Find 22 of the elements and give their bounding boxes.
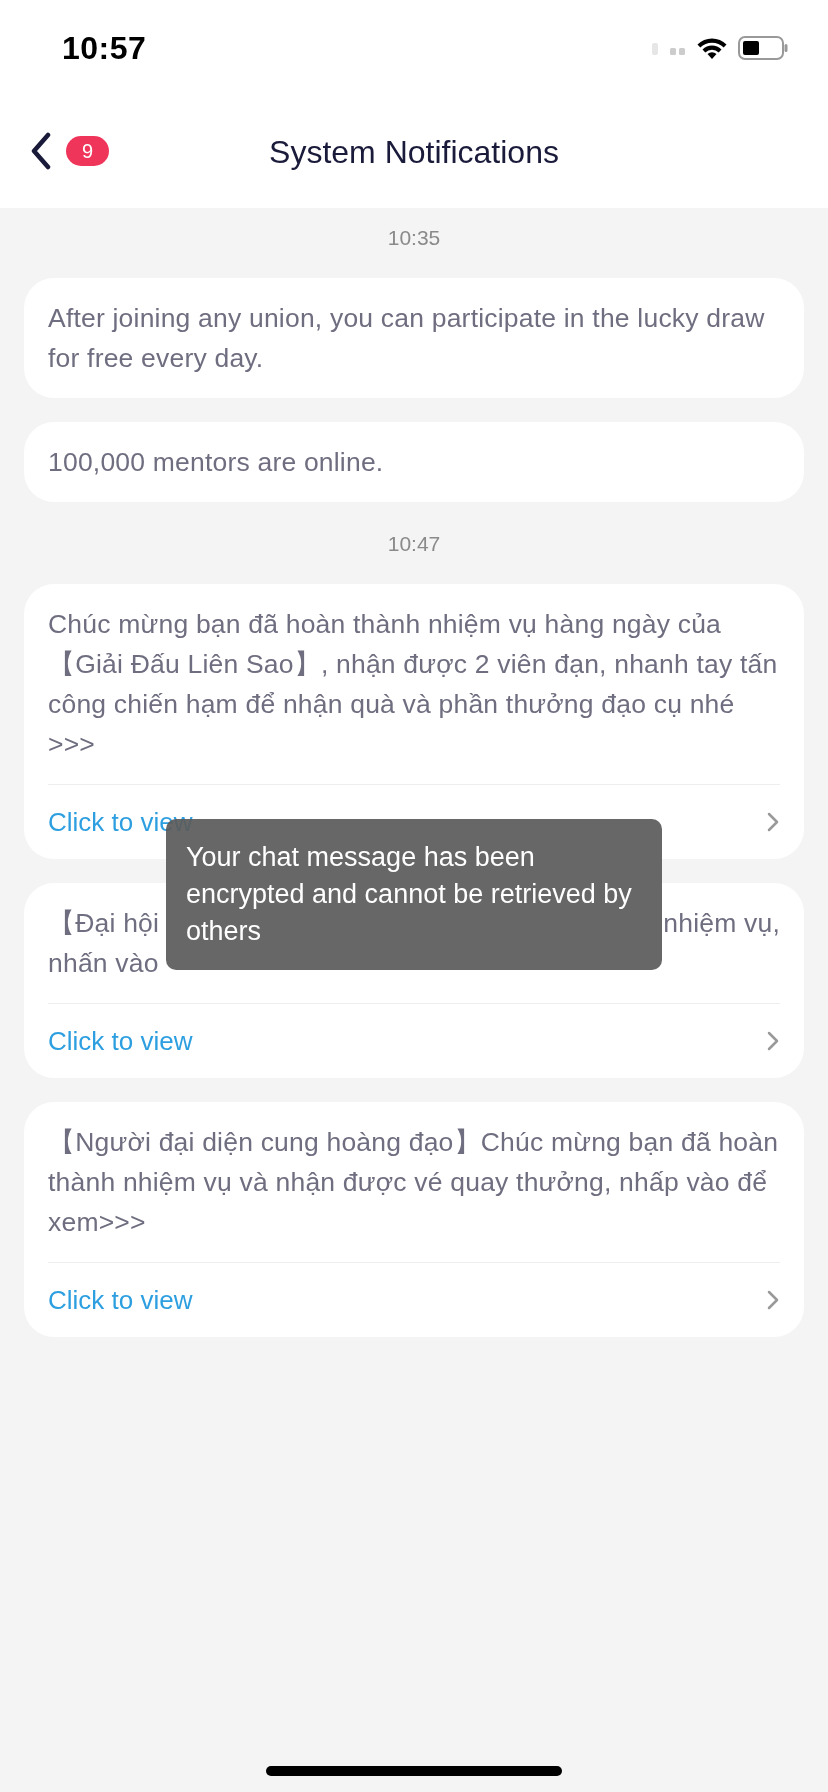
notification-text: nhấn vào: [48, 947, 159, 980]
notification-text: nhiệm vụ,: [663, 907, 780, 940]
chevron-right-icon: [766, 1030, 780, 1052]
chevron-right-icon: [766, 1289, 780, 1311]
page-title: System Notifications: [268, 133, 560, 172]
wifi-icon: [696, 36, 728, 60]
notification-text: Chúc mừng bạn đã hoàn thành nhiệm vụ hàng ngày của【Giải Đấu Liên Sao】, nhận được 2 viên đạn, nhanh tay tấn công chiến hạm để nhận quà và phần thưởng đạo cụ nhé >>>: [48, 608, 779, 761]
back-icon: [30, 132, 52, 170]
view-link[interactable]: Click to view: [48, 1286, 193, 1314]
timestamp: 10:47: [386, 532, 442, 556]
view-link[interactable]: Click to view: [48, 1027, 193, 1055]
battery-icon: [738, 36, 788, 60]
notification-text: 【Đại hội: [48, 907, 160, 940]
status-time: 10:57: [62, 29, 147, 67]
timestamp: 10:35: [386, 226, 442, 250]
back-button[interactable]: [30, 132, 52, 170]
unread-badge: 9: [66, 136, 110, 166]
signal-icon: [652, 41, 686, 55]
notification-text: 100,000 mentors are online.: [48, 446, 385, 479]
notification-text: After joining any union, you can participate in the lucky draw for free every day.: [48, 302, 766, 375]
notification-text: 【Người đại diện cung hoàng đạo】Chúc mừng bạn đã hoàn thành nhiệm vụ và nhận được vé quay thưởng, nhấp vào để xem>>>: [48, 1126, 780, 1239]
chevron-right-icon: [766, 811, 780, 833]
